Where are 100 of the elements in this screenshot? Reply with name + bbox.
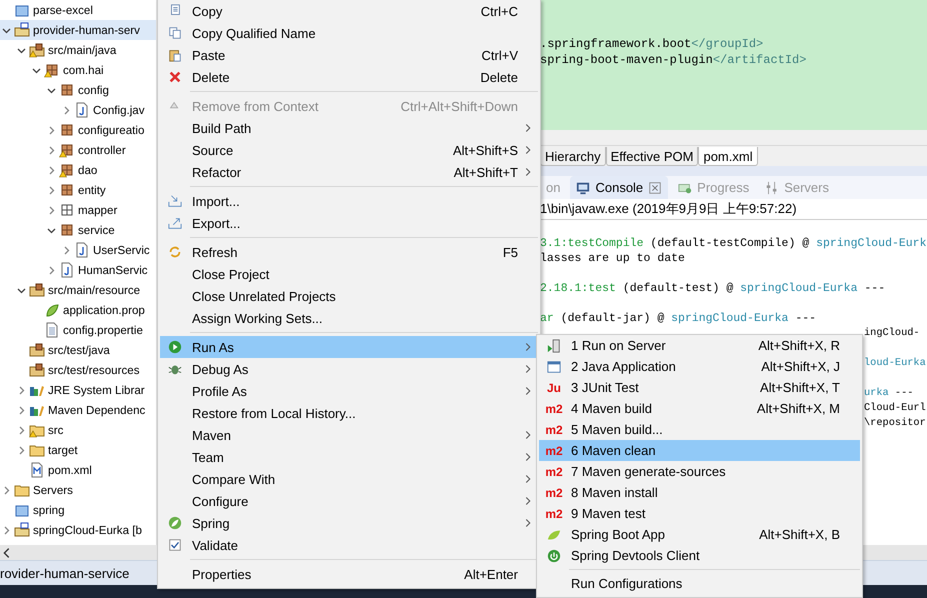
tree-item[interactable]: application.prop xyxy=(0,300,156,320)
power-icon xyxy=(547,548,561,562)
package-icon xyxy=(59,182,75,198)
leaf-icon xyxy=(168,516,182,530)
tree-item[interactable]: config.propertie xyxy=(0,320,156,340)
badge-icon: m2 xyxy=(545,464,563,478)
menu-item[interactable]: Close Project xyxy=(160,263,538,285)
menu-item[interactable]: Team xyxy=(160,446,538,468)
tree-item[interactable]: controller xyxy=(0,140,156,160)
check-icon xyxy=(168,538,182,552)
tree-item[interactable]: JRE System Librar xyxy=(0,380,156,400)
menu-item[interactable]: Run As xyxy=(160,336,538,358)
menu-item[interactable]: Assign Working Sets... xyxy=(160,307,538,329)
monitor-icon xyxy=(576,180,590,194)
menu-item[interactable]: Delete Delete xyxy=(160,66,538,88)
leaf-icon xyxy=(44,302,60,318)
tree-item[interactable]: src/test/resources xyxy=(0,360,156,380)
tree-item[interactable]: mapper xyxy=(0,200,156,220)
package-icon xyxy=(59,82,75,98)
view-tab[interactable]: Console xyxy=(570,176,668,199)
java-file-icon xyxy=(74,102,90,118)
menu-item[interactable]: Validate xyxy=(160,534,538,556)
tree-item[interactable]: src/main/resource xyxy=(0,280,156,300)
file-icon xyxy=(44,322,60,338)
tree-item[interactable]: service xyxy=(0,220,156,240)
tree-item[interactable]: Servers xyxy=(0,480,156,500)
tree-item[interactable]: HumanServic xyxy=(0,260,156,280)
code-line: .springframework.boot</groupId> xyxy=(540,36,764,52)
menu-item[interactable]: 1 Run on Server Alt+Shift+X, R xyxy=(539,335,860,356)
console-line: ar (default-jar) @ springCloud-Eurka --- xyxy=(540,311,816,326)
menu-item[interactable]: Ju 3 JUnit Test Alt+Shift+X, T xyxy=(539,377,860,398)
menu-item[interactable]: Build Path xyxy=(160,117,538,139)
leaf-icon xyxy=(547,528,561,542)
menu-item[interactable]: m2 6 Maven clean xyxy=(539,440,860,461)
tree-item[interactable]: src xyxy=(0,420,156,440)
badge-icon: m2 xyxy=(545,444,563,458)
menu-item[interactable]: m2 8 Maven install xyxy=(539,482,860,503)
project-icon xyxy=(14,522,30,538)
package-icon xyxy=(59,202,75,218)
tree-item[interactable]: dao xyxy=(0,160,156,180)
menu-item[interactable]: Copy Qualified Name xyxy=(160,22,538,44)
menu-item[interactable]: Refresh F5 xyxy=(160,241,538,263)
package-icon xyxy=(59,122,75,138)
menu-item[interactable]: m2 9 Maven test xyxy=(539,503,860,524)
tree-item[interactable]: pom.xml xyxy=(0,460,156,480)
menu-item[interactable]: Paste Ctrl+V xyxy=(160,44,538,66)
tree-item[interactable]: Config.jav xyxy=(0,100,156,120)
menu-item[interactable]: Maven xyxy=(160,424,538,446)
tree-item[interactable]: com.hai xyxy=(0,60,156,80)
source-folder-icon xyxy=(29,362,45,378)
badge-icon: m2 xyxy=(545,402,563,416)
menu-item[interactable]: m2 4 Maven build Alt+Shift+X, M xyxy=(539,398,860,419)
menu-item[interactable]: Spring Boot App Alt+Shift+X, B xyxy=(539,524,860,545)
menu-item[interactable]: Refactor Alt+Shift+T xyxy=(160,161,538,183)
menu-item[interactable]: Copy Ctrl+C xyxy=(160,0,538,22)
menu-item[interactable]: m2 5 Maven build... xyxy=(539,419,860,440)
java-file-icon xyxy=(74,242,90,258)
tree-item[interactable]: src/test/java xyxy=(0,340,156,360)
menu-item[interactable]: Export... xyxy=(160,212,538,234)
console-line: ingCloud- xyxy=(864,326,920,341)
tree-item[interactable]: provider-human-serv xyxy=(0,20,156,40)
tree-item[interactable]: target xyxy=(0,440,156,460)
menu-item[interactable]: 2 Java Application Alt+Shift+X, J xyxy=(539,356,860,377)
file-icon xyxy=(29,462,45,478)
console-line: loud-Eurka xyxy=(864,356,926,371)
editor-tab[interactable]: Effective POM xyxy=(606,147,698,166)
menu-item[interactable]: Source Alt+Shift+S xyxy=(160,139,538,161)
project-icon xyxy=(14,22,30,38)
tree-item[interactable]: src/main/java xyxy=(0,40,156,60)
tree-item[interactable]: spring xyxy=(0,500,156,520)
menu-item[interactable]: Compare With xyxy=(160,468,538,490)
menu-item[interactable]: Profile As xyxy=(160,380,538,402)
tree-item[interactable]: parse-excel xyxy=(0,0,156,20)
badge-icon: m2 xyxy=(545,506,563,520)
window-icon xyxy=(547,360,561,374)
menu-item[interactable]: Close Unrelated Projects xyxy=(160,285,538,307)
tree-item[interactable]: entity xyxy=(0,180,156,200)
tree-item[interactable]: config xyxy=(0,80,156,100)
console-line: \repositor xyxy=(864,416,926,431)
menu-item[interactable]: Restore from Local History... xyxy=(160,402,538,424)
run-icon xyxy=(168,340,182,354)
menu-item[interactable]: Run Configurations xyxy=(539,573,860,594)
badge-icon: m2 xyxy=(545,486,563,500)
tree-item[interactable]: configureatio xyxy=(0,120,156,140)
status-text: rovider-human-service xyxy=(0,566,130,580)
menu-item[interactable]: m2 7 Maven generate-sources xyxy=(539,461,860,482)
console-line: lasses are up to date xyxy=(540,251,685,266)
editor-tab[interactable]: Hierarchy xyxy=(540,147,606,166)
editor-tab[interactable]: pom.xml xyxy=(698,147,758,166)
menu-item[interactable]: Debug As xyxy=(160,358,538,380)
menu-item[interactable]: Spring Devtools Client xyxy=(539,545,860,566)
tree-item[interactable]: springCloud-Eurka [b xyxy=(0,520,156,540)
tree-item[interactable]: Maven Dependenc xyxy=(0,400,156,420)
close-icon xyxy=(648,180,662,194)
tree-item[interactable]: UserServic xyxy=(0,240,156,260)
menu-item[interactable]: Configure xyxy=(160,490,538,512)
menu-item[interactable]: Spring xyxy=(160,512,538,534)
menu-item[interactable]: Import... xyxy=(160,190,538,212)
menu-item[interactable]: Properties Alt+Enter xyxy=(160,563,538,585)
code-line: spring-boot-maven-plugin</artifactId> xyxy=(540,52,808,68)
